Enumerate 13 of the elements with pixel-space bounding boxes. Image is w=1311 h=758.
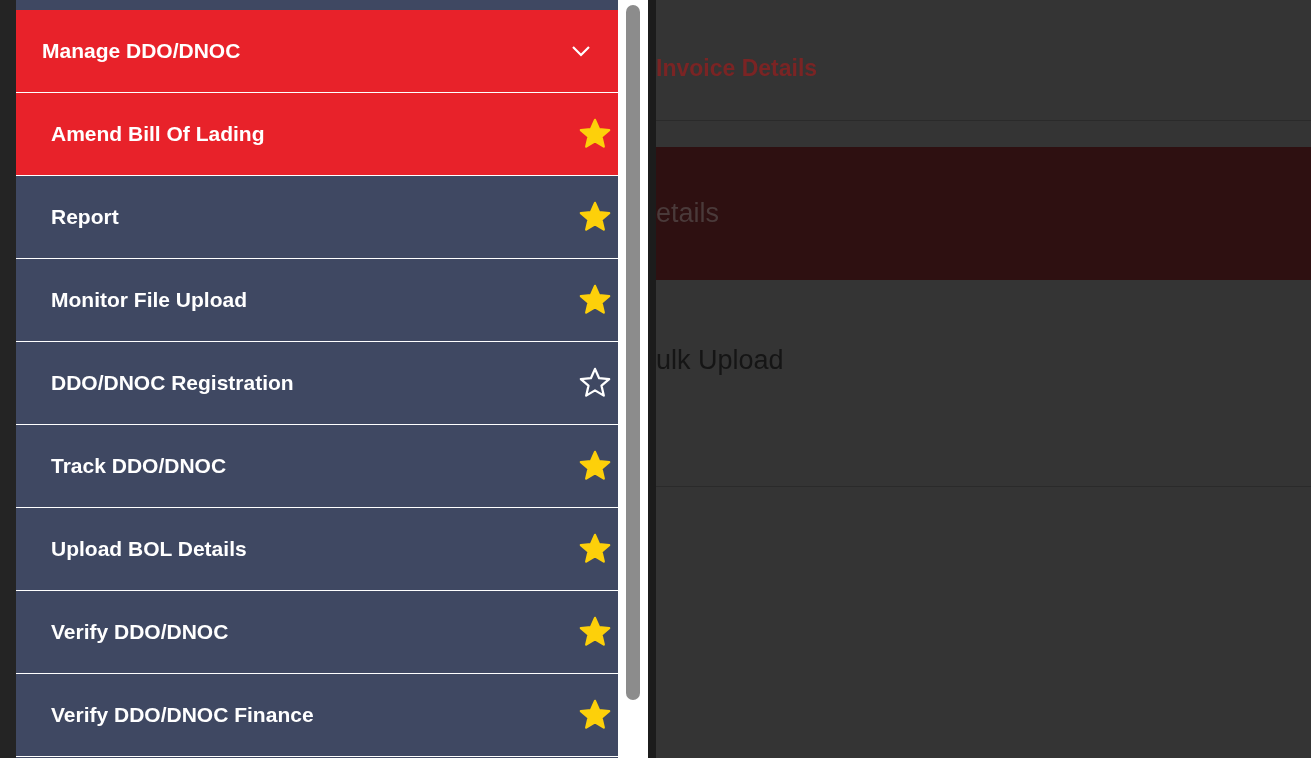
star-icon[interactable] (578, 615, 612, 649)
star-icon[interactable] (578, 283, 612, 317)
scrollbar-thumb[interactable] (626, 5, 640, 700)
menu-item[interactable]: Amend Bill Of Lading (16, 93, 618, 176)
star-icon[interactable] (578, 117, 612, 151)
chevron-icon (570, 44, 592, 58)
star-icon[interactable] (578, 449, 612, 483)
star-icon[interactable] (578, 200, 612, 234)
page-section-title: Invoice Details (656, 53, 818, 83)
star-icon[interactable] (578, 366, 612, 400)
star-icon[interactable] (578, 698, 612, 732)
star-icon[interactable] (578, 532, 612, 566)
menu-header[interactable]: Manage DDO/DNOC (16, 10, 618, 93)
